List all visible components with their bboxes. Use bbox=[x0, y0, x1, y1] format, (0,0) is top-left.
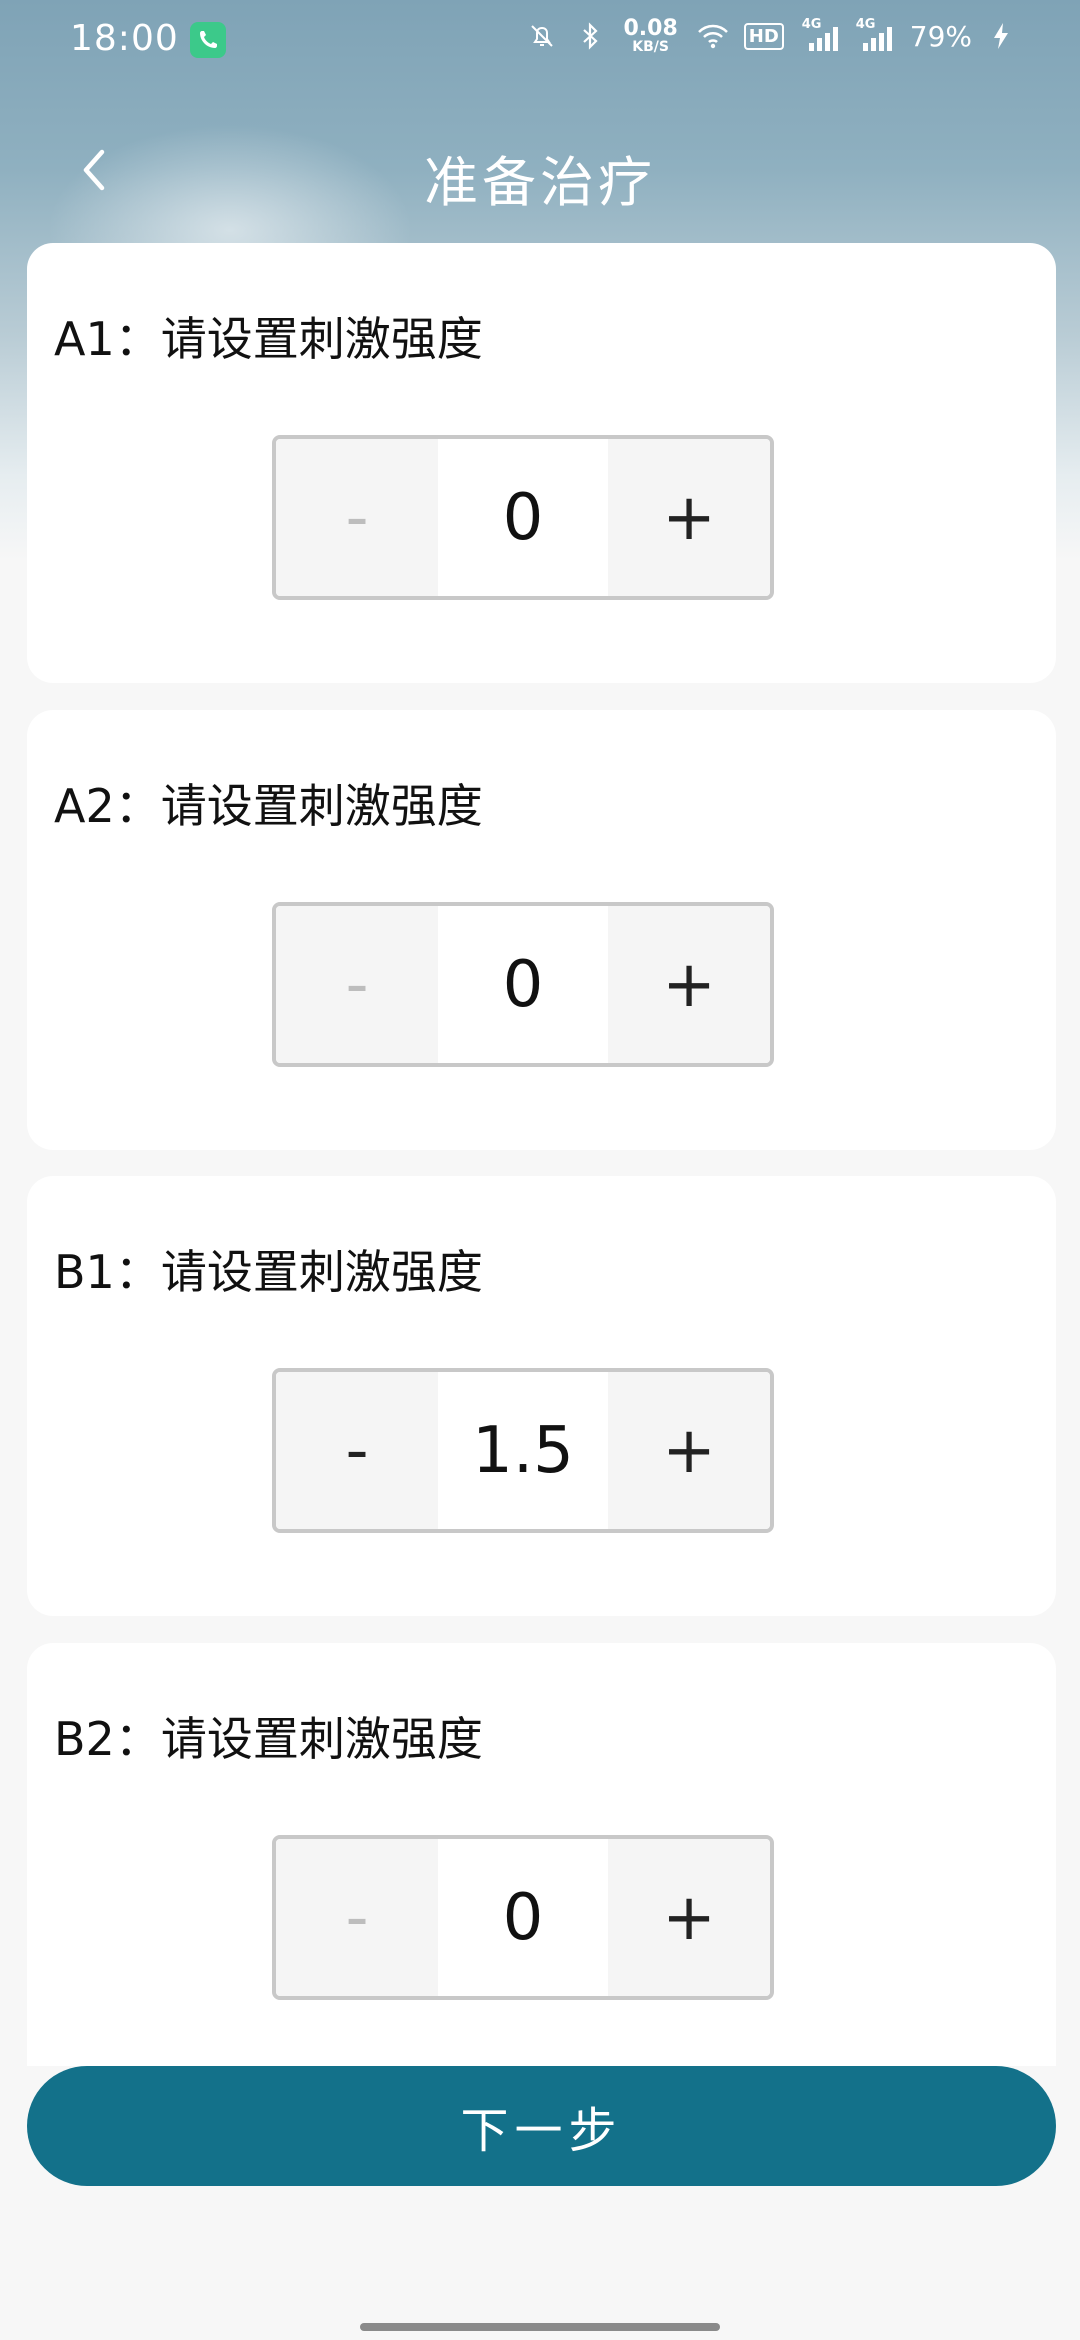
page-title: 准备治疗 bbox=[424, 151, 656, 214]
network-speed: 0.08 KB/S bbox=[623, 16, 678, 55]
wifi-icon bbox=[696, 21, 728, 51]
network-speed-unit: KB/S bbox=[632, 39, 669, 55]
intensity-stepper: - 0 + bbox=[272, 435, 774, 600]
decrement-button[interactable]: - bbox=[276, 439, 438, 596]
home-indicator[interactable] bbox=[360, 2323, 720, 2331]
mute-bell-icon bbox=[527, 21, 557, 51]
channel-card-a1: A1：请设置刺激强度 - 0 + bbox=[27, 243, 1056, 683]
status-bar: 18:00 0.08 KB/S HD 4G 4G 79% bbox=[0, 0, 1080, 80]
hd-voice-badge: HD bbox=[743, 22, 784, 50]
nav-bar: 准备治疗 bbox=[0, 120, 1080, 220]
decrement-button[interactable]: - bbox=[276, 1839, 438, 1996]
increment-button[interactable]: + bbox=[608, 1839, 770, 1996]
intensity-stepper: - 0 + bbox=[272, 1835, 774, 2000]
increment-button[interactable]: + bbox=[608, 1372, 770, 1529]
increment-button[interactable]: + bbox=[608, 439, 770, 596]
channel-label: B2：请设置刺激强度 bbox=[54, 1712, 483, 1766]
intensity-value[interactable]: 0 bbox=[438, 1839, 608, 1996]
battery-percent: 79% bbox=[909, 19, 972, 53]
intensity-value[interactable]: 1.5 bbox=[438, 1372, 608, 1529]
intensity-value[interactable]: 0 bbox=[438, 906, 608, 1063]
phone-call-icon bbox=[190, 22, 226, 58]
channel-card-b1: B1：请设置刺激强度 - 1.5 + bbox=[27, 1176, 1056, 1616]
channel-card-b2: B2：请设置刺激强度 - 0 + bbox=[27, 1643, 1056, 2066]
status-time: 18:00 bbox=[70, 18, 179, 59]
status-icons: 0.08 KB/S HD 4G 4G 79% bbox=[527, 16, 1020, 55]
signal-icon: 4G bbox=[856, 17, 892, 51]
next-step-button[interactable]: 下一步 bbox=[27, 2066, 1056, 2186]
decrement-button[interactable]: - bbox=[276, 1372, 438, 1529]
charging-bolt-icon bbox=[990, 21, 1020, 51]
bluetooth-icon bbox=[575, 21, 605, 51]
channel-label: B1：请设置刺激强度 bbox=[54, 1245, 483, 1299]
channel-card-a2: A2：请设置刺激强度 - 0 + bbox=[27, 710, 1056, 1150]
intensity-stepper: - 0 + bbox=[272, 902, 774, 1067]
intensity-value[interactable]: 0 bbox=[438, 439, 608, 596]
increment-button[interactable]: + bbox=[608, 906, 770, 1063]
decrement-button[interactable]: - bbox=[276, 906, 438, 1063]
channel-label: A2：请设置刺激强度 bbox=[54, 779, 483, 833]
channel-label: A1：请设置刺激强度 bbox=[54, 312, 483, 366]
intensity-stepper: - 1.5 + bbox=[272, 1368, 774, 1533]
network-speed-value: 0.08 bbox=[623, 16, 678, 41]
signal-icon: 4G bbox=[802, 17, 838, 51]
